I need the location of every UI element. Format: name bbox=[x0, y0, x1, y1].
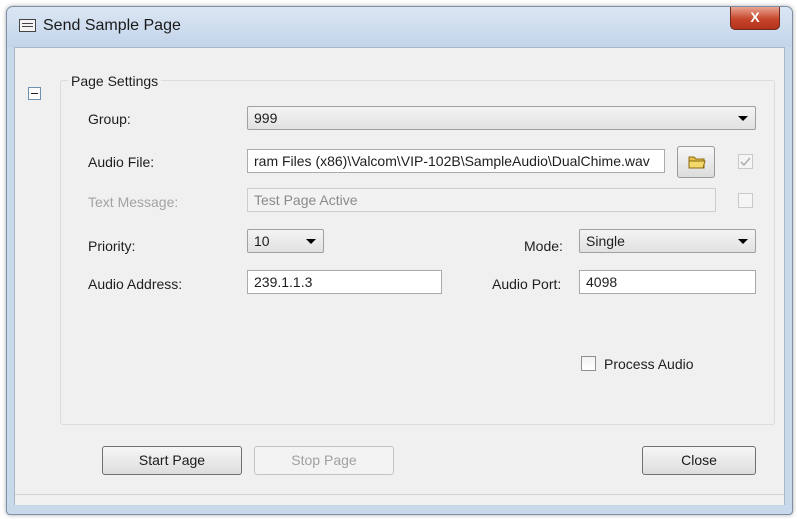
status-bar bbox=[15, 494, 784, 505]
dialog-body: Page Settings Group: 999 Audio File: ram… bbox=[14, 47, 785, 505]
stop-page-button[interactable]: Stop Page bbox=[254, 446, 394, 475]
title-bar[interactable]: Send Sample Page X bbox=[7, 7, 792, 47]
process-audio-label[interactable]: Process Audio bbox=[604, 356, 694, 372]
group-label: Group: bbox=[88, 111, 131, 127]
collapse-icon[interactable] bbox=[28, 87, 41, 100]
audio-port-input[interactable]: 4098 bbox=[579, 270, 756, 294]
browse-button[interactable] bbox=[677, 146, 715, 178]
mode-value: Single bbox=[586, 233, 625, 249]
chevron-down-icon bbox=[738, 239, 748, 244]
close-button[interactable]: Close bbox=[642, 446, 756, 475]
priority-value: 10 bbox=[254, 233, 270, 249]
window-icon bbox=[19, 19, 36, 32]
group-combobox[interactable]: 999 bbox=[247, 106, 756, 130]
audio-file-label: Audio File: bbox=[88, 154, 155, 170]
start-page-button[interactable]: Start Page bbox=[102, 446, 242, 475]
text-message-input[interactable]: Test Page Active bbox=[247, 188, 716, 212]
audio-address-label: Audio Address: bbox=[88, 276, 183, 292]
chevron-down-icon bbox=[306, 239, 316, 244]
window-title: Send Sample Page bbox=[43, 17, 181, 34]
chevron-down-icon bbox=[738, 116, 748, 121]
folder-icon bbox=[688, 156, 706, 169]
audio-port-label: Audio Port: bbox=[492, 276, 562, 292]
process-audio-checkbox[interactable] bbox=[581, 356, 596, 371]
group-value: 999 bbox=[254, 110, 278, 126]
page-settings-title: Page Settings bbox=[68, 73, 162, 89]
priority-label: Priority: bbox=[88, 238, 136, 254]
priority-combobox[interactable]: 10 bbox=[247, 229, 324, 253]
mode-label: Mode: bbox=[524, 238, 563, 254]
audio-file-input[interactable]: ram Files (x86)\Valcom\VIP-102B\SampleAu… bbox=[247, 149, 665, 173]
mode-combobox[interactable]: Single bbox=[579, 229, 756, 253]
audio-file-checkbox[interactable] bbox=[738, 154, 753, 169]
audio-address-input[interactable]: 239.1.1.3 bbox=[247, 270, 442, 294]
window-close-button[interactable]: X bbox=[730, 7, 780, 30]
text-message-label: Text Message: bbox=[88, 194, 179, 210]
text-message-checkbox[interactable] bbox=[738, 193, 753, 208]
send-sample-page-window: Send Sample Page X Page Settings Group: … bbox=[6, 6, 793, 515]
checkmark-icon bbox=[740, 157, 751, 167]
